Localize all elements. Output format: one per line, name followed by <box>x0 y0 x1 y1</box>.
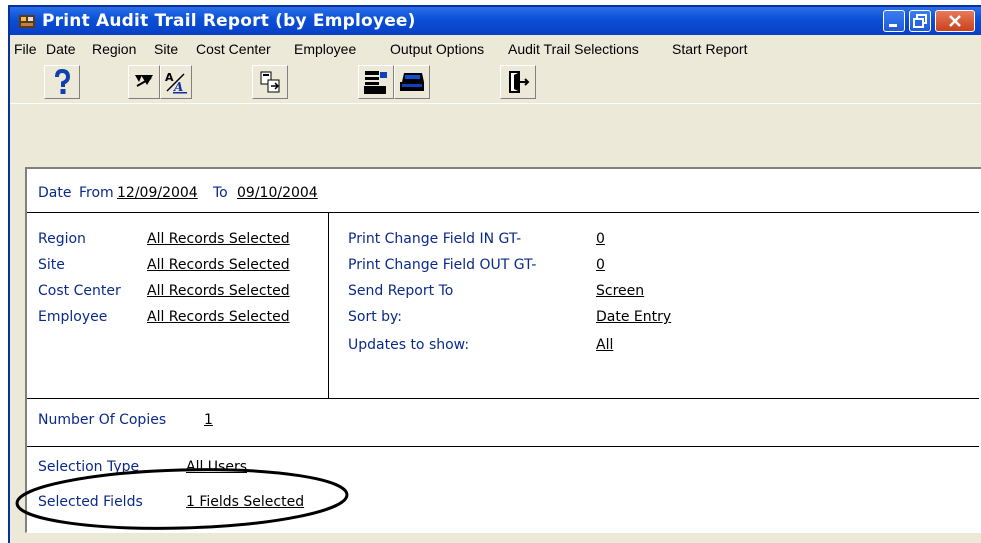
divider-columns <box>328 213 329 399</box>
print-change-out-label: Print Change Field OUT GT- <box>348 257 537 273</box>
print-button[interactable] <box>394 65 430 99</box>
site-value[interactable]: All Records Selected <box>147 257 290 273</box>
print-change-in-value[interactable]: 0 <box>596 231 605 247</box>
cost-center-value[interactable]: All Records Selected <box>147 283 290 299</box>
employee-value[interactable]: All Records Selected <box>147 309 290 325</box>
restore-icon <box>910 11 930 31</box>
minimize-icon <box>884 11 904 31</box>
print-change-in-label: Print Change Field IN GT- <box>348 231 522 247</box>
menu-region[interactable]: Region <box>92 41 136 57</box>
printer-icon <box>400 73 424 91</box>
divider-date <box>27 212 979 213</box>
copies-value[interactable]: 1 <box>204 412 213 428</box>
region-value[interactable]: All Records Selected <box>147 231 290 247</box>
sort-by-label: Sort by: <box>348 309 403 325</box>
filter-button[interactable] <box>128 65 160 99</box>
menu-file[interactable]: File <box>14 41 37 57</box>
date-from-label: From <box>79 185 114 201</box>
menu-date[interactable]: Date <box>46 41 76 57</box>
restore-button[interactable] <box>909 10 931 32</box>
printer-setup-icon <box>364 71 387 94</box>
menu-cost-center[interactable]: Cost Center <box>196 41 271 57</box>
font-button[interactable]: A A <box>160 65 192 99</box>
menu-start-report[interactable]: Start Report <box>672 41 747 57</box>
cost-center-label: Cost Center <box>38 283 121 299</box>
date-to-value[interactable]: 09/10/2004 <box>237 185 318 201</box>
help-icon <box>55 68 71 94</box>
export-icon <box>260 71 280 93</box>
highlight-ellipse <box>15 468 349 530</box>
help-button[interactable] <box>44 65 80 99</box>
toolbar-separator <box>10 103 981 104</box>
menu-bar: File Date Region Site Cost Center Employ… <box>10 37 981 61</box>
date-label: Date <box>38 185 72 201</box>
printer-setup-button[interactable] <box>358 65 394 99</box>
minimize-button[interactable] <box>883 10 905 32</box>
window-title: Print Audit Trail Report (by Employee) <box>42 11 416 31</box>
updates-to-show-value[interactable]: All <box>596 337 613 353</box>
filter-icon <box>135 75 153 87</box>
menu-employee[interactable]: Employee <box>294 41 356 57</box>
app-icon <box>18 12 36 30</box>
menu-site[interactable]: Site <box>154 41 178 57</box>
region-label: Region <box>38 231 86 247</box>
svg-text:A: A <box>165 71 174 84</box>
date-from-value[interactable]: 12/09/2004 <box>117 185 198 201</box>
toolbar: A A <box>10 63 981 103</box>
print-change-out-value[interactable]: 0 <box>596 257 605 273</box>
employee-label: Employee <box>38 309 108 325</box>
font-icon: A A <box>165 71 187 94</box>
site-label: Site <box>38 257 65 273</box>
divider-copies <box>27 446 979 447</box>
exit-button[interactable] <box>500 65 536 99</box>
svg-text:A: A <box>173 80 183 94</box>
menu-audit-trail-selections[interactable]: Audit Trail Selections <box>508 41 639 57</box>
send-report-to-label: Send Report To <box>348 283 454 299</box>
date-to-label: To <box>213 185 228 201</box>
send-report-to-value[interactable]: Screen <box>596 283 644 299</box>
close-button[interactable] <box>935 10 975 32</box>
export-button[interactable] <box>252 65 288 99</box>
divider-fields <box>27 398 979 399</box>
title-bar: Print Audit Trail Report (by Employee) <box>10 7 981 35</box>
menu-output-options[interactable]: Output Options <box>390 41 484 57</box>
close-icon <box>936 11 974 31</box>
sort-by-value[interactable]: Date Entry <box>596 309 671 325</box>
updates-to-show-label: Updates to show: <box>348 337 470 353</box>
print-audit-trail-window: Print Audit Trail Report (by Employee) F… <box>8 5 981 543</box>
exit-icon <box>509 71 530 93</box>
copies-label: Number Of Copies <box>38 412 167 428</box>
